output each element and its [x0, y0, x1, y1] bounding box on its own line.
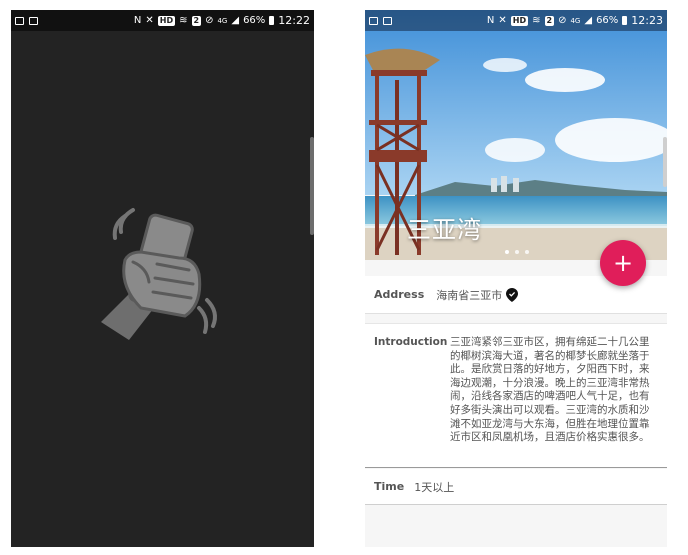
dnd-icon: ⊘	[558, 15, 567, 26]
hd-badge: HD	[510, 15, 529, 26]
battery-icon	[622, 16, 628, 25]
sim-badge: 2	[544, 15, 555, 26]
detail-screen: N ✕ HD ≋ 2 ⊘ 4G ◢ 66% 12:23 三亚湾 + Addres…	[365, 10, 667, 547]
signal-icon: ◢	[231, 15, 240, 26]
carousel-dot[interactable]	[505, 250, 509, 254]
battery-percent: 66%	[596, 15, 619, 26]
battery-icon	[269, 16, 275, 25]
gallery-icon	[15, 16, 24, 25]
mute-icon: ✕	[498, 15, 507, 26]
carousel-dot[interactable]	[515, 250, 519, 254]
clock: 12:22	[278, 14, 310, 27]
introduction-label: Introduction	[374, 336, 448, 348]
splash-screen: N ✕ HD ≋ 2 ⊘ 4G ◢ 66% 12:22	[11, 10, 314, 547]
add-button[interactable]: +	[600, 240, 646, 286]
status-bar: N ✕ HD ≋ 2 ⊘ 4G ◢ 66% 12:23	[365, 10, 667, 31]
network-type: 4G	[570, 16, 581, 25]
carousel-indicator	[505, 250, 529, 254]
hd-badge: HD	[157, 15, 176, 26]
time-row: Time 1天以上	[365, 469, 667, 505]
status-bar: N ✕ HD ≋ 2 ⊘ 4G ◢ 66% 12:22	[11, 10, 314, 31]
fist-phone-icon	[101, 208, 217, 340]
nfc-icon: N	[486, 15, 495, 26]
screenshot-icon	[383, 16, 392, 25]
carousel-dot[interactable]	[525, 250, 529, 254]
signal-icon: ◢	[584, 15, 593, 26]
gallery-icon	[369, 16, 378, 25]
network-type: 4G	[217, 16, 228, 25]
mute-icon: ✕	[145, 15, 154, 26]
address-label: Address	[374, 288, 425, 301]
address-value: 海南省三亚市	[436, 288, 503, 302]
time-value: 1天以上	[414, 480, 455, 494]
sim-badge: 2	[191, 15, 202, 26]
battery-percent: 66%	[243, 15, 266, 26]
dnd-icon: ⊘	[205, 15, 214, 26]
nfc-icon: N	[133, 15, 142, 26]
introduction-card: Introduction 三亚湾紧邻三亚市区，拥有绵延二十几公里的椰树滨海大道，…	[365, 323, 667, 468]
introduction-text: 三亚湾紧邻三亚市区，拥有绵延二十几公里的椰树滨海大道，著名的椰梦长廊就坐落于此。…	[450, 336, 650, 444]
side-handle	[663, 137, 667, 187]
location-pin-icon[interactable]	[506, 287, 519, 302]
wifi-icon: ≋	[532, 15, 541, 26]
screenshot-icon	[29, 16, 38, 25]
wifi-icon: ≋	[179, 15, 188, 26]
side-handle	[310, 137, 314, 235]
hero-image[interactable]: 三亚湾	[365, 10, 667, 260]
clock: 12:23	[631, 14, 663, 27]
place-title: 三亚湾	[407, 216, 482, 244]
time-label: Time	[374, 480, 405, 493]
